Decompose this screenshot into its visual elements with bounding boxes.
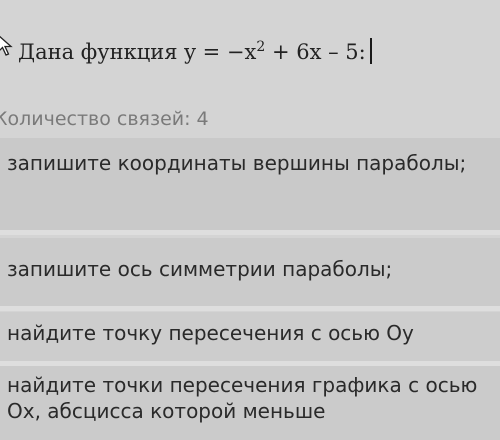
list-item[interactable]: найдите точку пересечения с осью Оу bbox=[0, 312, 500, 362]
function-title: Дана функция y = −x2 + 6x – 5: bbox=[18, 38, 372, 64]
text-caret bbox=[369, 38, 372, 64]
list-item-label: запишите ось симметрии параболы; bbox=[7, 257, 393, 281]
list-item-label: найдите точку пересечения с осью Оу bbox=[7, 321, 414, 345]
function-title-suffix: + 6x – 5: bbox=[265, 40, 366, 64]
list-item[interactable]: запишите ось симметрии параболы; bbox=[0, 238, 500, 306]
function-title-prefix: Дана функция y = −x bbox=[18, 40, 257, 64]
connections-count: Количество связей: 4 bbox=[0, 108, 209, 130]
list-item-label: найдите точки пересечения графика с осью… bbox=[7, 373, 478, 423]
list-item[interactable]: запишите координаты вершины параболы; bbox=[0, 138, 500, 230]
divider bbox=[0, 306, 500, 311]
list-item-label: запишите координаты вершины параболы; bbox=[7, 151, 467, 175]
task-header: Дана функция y = −x2 + 6x – 5: bbox=[0, 35, 500, 78]
function-exponent: 2 bbox=[256, 39, 266, 55]
list-item[interactable]: найдите точки пересечения графика с осью… bbox=[0, 366, 500, 440]
mouse-pointer-icon bbox=[0, 35, 13, 56]
divider bbox=[0, 230, 500, 235]
